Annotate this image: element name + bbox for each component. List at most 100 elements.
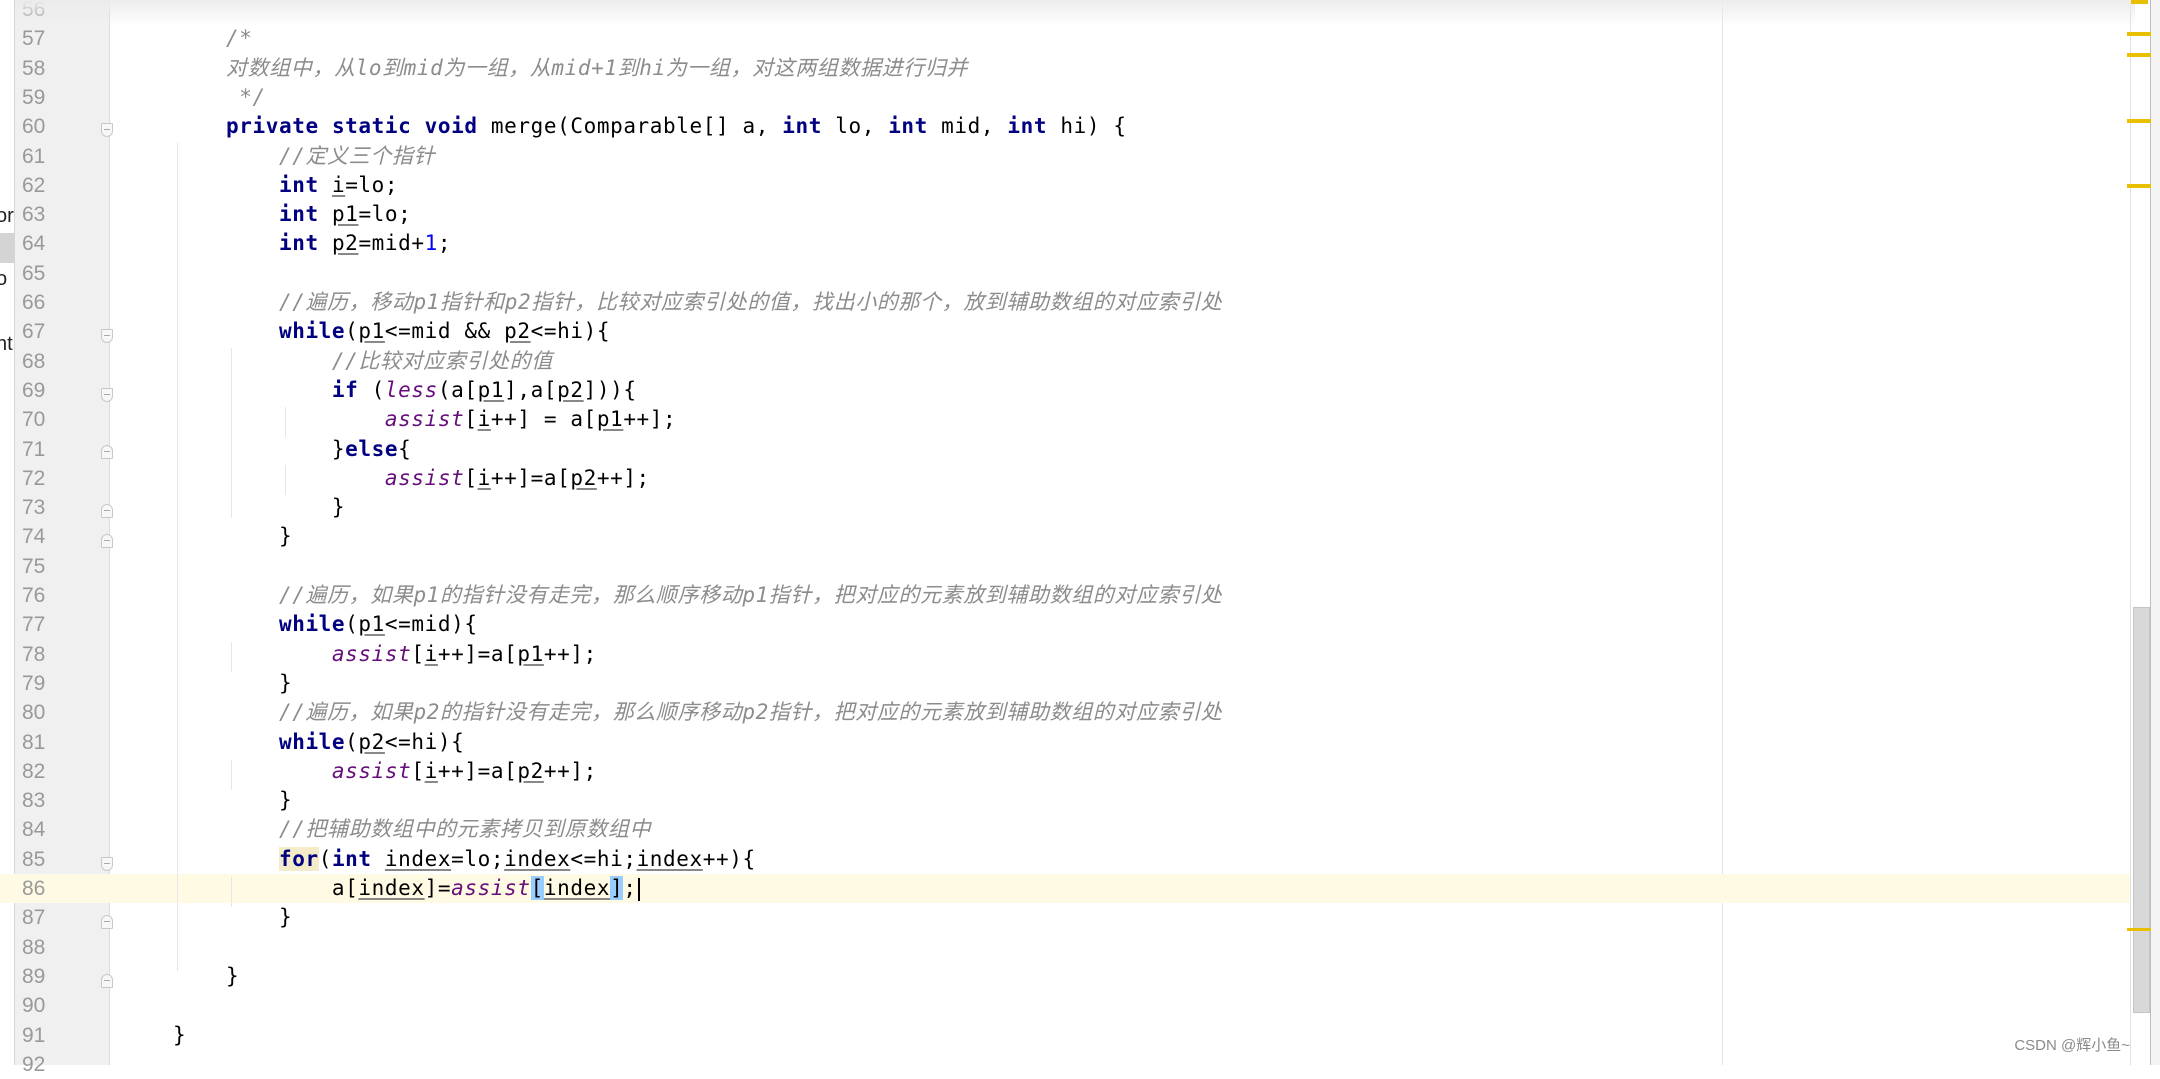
code-line[interactable]: 83 } bbox=[0, 786, 2130, 815]
code-text[interactable]: } bbox=[173, 962, 239, 991]
code-text[interactable]: while(p1<=mid){ bbox=[173, 610, 478, 639]
code-line[interactable]: 87 } bbox=[0, 903, 2130, 932]
warning-marker[interactable] bbox=[2127, 184, 2151, 188]
code-text[interactable]: for(int index=lo;index<=hi;index++){ bbox=[173, 845, 756, 874]
code-line[interactable]: 56 bbox=[0, 0, 2130, 24]
code-text[interactable]: //把辅助数组中的元素拷贝到原数组中 bbox=[173, 815, 651, 844]
code-text[interactable]: } bbox=[173, 903, 292, 932]
fold-toggle-icon[interactable] bbox=[101, 504, 113, 518]
warning-marker[interactable] bbox=[2131, 0, 2148, 4]
code-text[interactable]: //比较对应索引处的值 bbox=[173, 347, 553, 376]
code-line[interactable]: 85 for(int index=lo;index<=hi;index++){ bbox=[0, 845, 2130, 874]
code-line[interactable]: 69 if (less(a[p1],a[p2])){ bbox=[0, 376, 2130, 405]
code-text[interactable]: 对数组中，从lo到mid为一组，从mid+1到hi为一组，对这两组数据进行归并 bbox=[173, 54, 968, 83]
code-line[interactable]: 59 */ bbox=[0, 83, 2130, 112]
code-text[interactable]: assist[i++]=a[p1++]; bbox=[173, 640, 597, 669]
code-line[interactable]: 84 //把辅助数组中的元素拷贝到原数组中 bbox=[0, 815, 2130, 844]
code-line[interactable]: 63 int p1=lo; bbox=[0, 200, 2130, 229]
indent-guide bbox=[231, 877, 232, 907]
code-text[interactable]: //遍历，移动p1指针和p2指针，比较对应索引处的值，找出小的那个，放到辅助数组… bbox=[173, 288, 1222, 317]
code-text[interactable]: //定义三个指针 bbox=[173, 142, 435, 171]
line-number: 71 bbox=[22, 437, 46, 461]
vertical-scrollbar-thumb[interactable] bbox=[2133, 607, 2150, 1013]
code-text[interactable]: assist[i++] = a[p1++]; bbox=[173, 405, 676, 434]
fold-toggle-icon[interactable] bbox=[101, 123, 113, 137]
code-text[interactable]: int p2=mid+1; bbox=[173, 229, 451, 258]
code-text[interactable]: //遍历，如果p1的指针没有走完，那么顺序移动p1指针，把对应的元素放到辅助数组… bbox=[173, 581, 1222, 610]
code-line[interactable]: 74 } bbox=[0, 522, 2130, 551]
fold-toggle-icon[interactable] bbox=[101, 445, 113, 459]
code-line[interactable]: 76 //遍历，如果p1的指针没有走完，那么顺序移动p1指针，把对应的元素放到辅… bbox=[0, 581, 2130, 610]
code-text[interactable]: int p1=lo; bbox=[173, 200, 411, 229]
watermark: CSDN @辉小鱼~ bbox=[2014, 1037, 2130, 1054]
code-line[interactable]: 72 assist[i++]=a[p2++]; bbox=[0, 464, 2130, 493]
line-number: 84 bbox=[22, 818, 46, 842]
line-number: 86 bbox=[22, 877, 46, 900]
code-line[interactable]: 88 bbox=[0, 933, 2130, 962]
code-line[interactable]: 89 } bbox=[0, 962, 2130, 991]
code-line[interactable]: 78 assist[i++]=a[p1++]; bbox=[0, 640, 2130, 669]
line-number: 69 bbox=[22, 378, 46, 402]
line-number: 73 bbox=[22, 496, 46, 520]
code-line[interactable]: 58 对数组中，从lo到mid为一组，从mid+1到hi为一组，对这两组数据进行… bbox=[0, 54, 2130, 83]
code-line[interactable]: 61 //定义三个指针 bbox=[0, 142, 2130, 171]
code-text[interactable]: /* bbox=[173, 24, 252, 53]
code-text[interactable]: */ bbox=[173, 83, 266, 112]
code-line[interactable]: 81 while(p2<=hi){ bbox=[0, 728, 2130, 757]
code-text[interactable]: } bbox=[173, 786, 292, 815]
line-number: 77 bbox=[22, 613, 46, 637]
indent-guide bbox=[231, 642, 232, 672]
fold-toggle-icon[interactable] bbox=[101, 857, 113, 871]
code-line[interactable]: 60 private static void merge(Comparable[… bbox=[0, 112, 2130, 141]
code-text[interactable]: assist[i++]=a[p2++]; bbox=[173, 757, 597, 786]
code-text[interactable]: }else{ bbox=[173, 435, 411, 464]
fold-toggle-icon[interactable] bbox=[101, 329, 113, 343]
warning-marker[interactable] bbox=[2127, 53, 2151, 57]
code-line[interactable]: 86 a[index]=assist[index]; bbox=[0, 874, 2130, 904]
code-line[interactable]: 92 bbox=[0, 1050, 2130, 1079]
fold-toggle-icon[interactable] bbox=[101, 388, 113, 402]
code-line[interactable]: 57 /* bbox=[0, 24, 2130, 53]
code-line[interactable]: 79 } bbox=[0, 669, 2130, 698]
code-text[interactable]: if (less(a[p1],a[p2])){ bbox=[173, 376, 637, 405]
code-line[interactable]: 75 bbox=[0, 552, 2130, 581]
code-line[interactable]: 67 while(p1<=mid && p2<=hi){ bbox=[0, 317, 2130, 346]
code-text[interactable]: a[index]=assist[index]; bbox=[173, 874, 640, 903]
code-line[interactable]: 65 bbox=[0, 259, 2130, 288]
fold-toggle-icon[interactable] bbox=[101, 974, 113, 988]
code-line[interactable]: 91} bbox=[0, 1021, 2130, 1050]
indent-guide bbox=[285, 407, 286, 437]
code-text[interactable]: while(p1<=mid && p2<=hi){ bbox=[173, 317, 610, 346]
code-line[interactable]: 70 assist[i++] = a[p1++]; bbox=[0, 405, 2130, 434]
code-line[interactable]: 71 }else{ bbox=[0, 435, 2130, 464]
code-line[interactable]: 68 //比较对应索引处的值 bbox=[0, 347, 2130, 376]
indent-guide bbox=[231, 348, 232, 518]
line-number: 78 bbox=[22, 642, 46, 666]
code-text[interactable]: } bbox=[173, 1021, 186, 1050]
code-text[interactable]: int i=lo; bbox=[173, 171, 398, 200]
indent-guide bbox=[231, 760, 232, 790]
code-text[interactable]: assist[i++]=a[p2++]; bbox=[173, 464, 650, 493]
code-text[interactable]: } bbox=[173, 669, 292, 698]
code-line[interactable]: 66 //遍历，移动p1指针和p2指针，比较对应索引处的值，找出小的那个，放到辅… bbox=[0, 288, 2130, 317]
line-number: 79 bbox=[22, 671, 46, 695]
line-number: 70 bbox=[22, 408, 46, 432]
code-text[interactable]: private static void merge(Comparable[] a… bbox=[173, 112, 1127, 141]
line-number: 63 bbox=[22, 203, 46, 227]
code-line[interactable]: 82 assist[i++]=a[p2++]; bbox=[0, 757, 2130, 786]
code-text[interactable]: //遍历，如果p2的指针没有走完，那么顺序移动p2指针，把对应的元素放到辅助数组… bbox=[173, 698, 1222, 727]
warning-marker[interactable] bbox=[2127, 32, 2151, 36]
code-line[interactable]: 77 while(p1<=mid){ bbox=[0, 610, 2130, 639]
fold-toggle-icon[interactable] bbox=[101, 915, 113, 929]
code-line[interactable]: 73 } bbox=[0, 493, 2130, 522]
code-text[interactable]: while(p2<=hi){ bbox=[173, 728, 464, 757]
code-line[interactable]: 80 //遍历，如果p2的指针没有走完，那么顺序移动p2指针，把对应的元素放到辅… bbox=[0, 698, 2130, 727]
fold-toggle-icon[interactable] bbox=[101, 534, 113, 548]
code-line[interactable]: 64 int p2=mid+1; bbox=[0, 229, 2130, 258]
warning-marker[interactable] bbox=[2127, 928, 2151, 931]
code-line[interactable]: 90 bbox=[0, 991, 2130, 1020]
code-text[interactable]: } bbox=[173, 522, 292, 551]
code-text[interactable]: } bbox=[173, 493, 345, 522]
warning-marker[interactable] bbox=[2127, 119, 2151, 123]
code-line[interactable]: 62 int i=lo; bbox=[0, 171, 2130, 200]
